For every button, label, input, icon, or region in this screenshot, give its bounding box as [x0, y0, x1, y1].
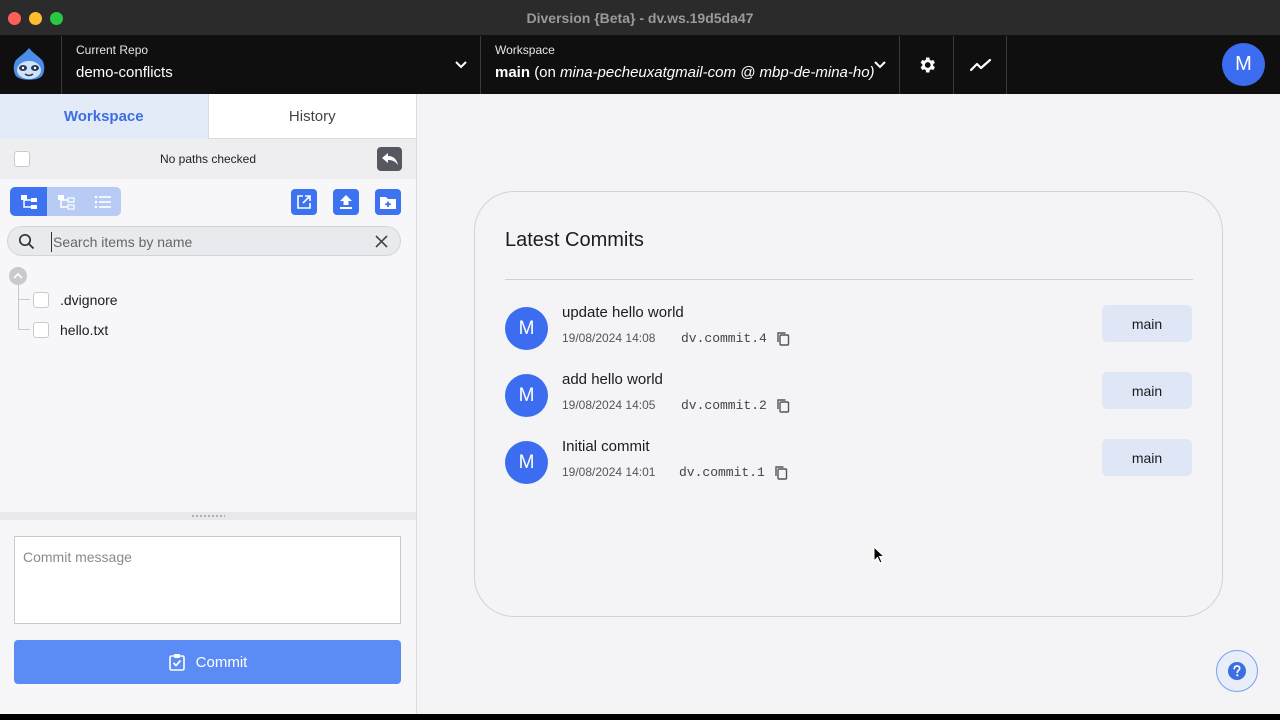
user-avatar[interactable]: M	[1222, 43, 1265, 86]
workspace-branch: main	[495, 64, 531, 81]
card-divider	[505, 279, 1193, 280]
commit-id: dv.commit.2	[681, 398, 767, 413]
branch-badge[interactable]: main	[1102, 305, 1192, 342]
main-content: Latest Commits M update hello world 19/0…	[417, 94, 1280, 714]
tab-workspace[interactable]: Workspace	[0, 94, 208, 139]
commit-message: add hello world	[562, 371, 663, 388]
commit-author-avatar: M	[505, 441, 548, 484]
window-bottom-edge	[0, 714, 1280, 720]
chevron-down-icon[interactable]	[453, 56, 469, 72]
tree-view-button[interactable]	[10, 187, 47, 216]
tree-changes-icon	[57, 194, 75, 210]
paths-status-text: No paths checked	[159, 152, 257, 166]
new-folder-button[interactable]	[375, 189, 401, 215]
clear-search-icon[interactable]	[375, 235, 388, 248]
help-question-icon	[1228, 662, 1246, 680]
commit-date: 19/08/2024 14:08	[562, 331, 656, 345]
workspace-label: Workspace	[495, 43, 555, 57]
commit-author-avatar: M	[505, 374, 548, 417]
tree-connector	[18, 299, 30, 300]
paths-status-row: No paths checked	[0, 139, 416, 179]
repo-label: Current Repo	[76, 43, 149, 57]
commit-row[interactable]: M add hello world 19/08/2024 14:05 dv.co…	[505, 371, 1193, 419]
chevron-up-icon	[13, 272, 23, 279]
add-folder-icon	[380, 196, 396, 209]
window-titlebar: Diversion {Beta} - dv.ws.19d5da47	[0, 0, 1280, 36]
changed-tree-view-button[interactable]	[47, 187, 84, 216]
header-divider	[61, 36, 62, 94]
file-name[interactable]: hello.txt	[60, 322, 108, 338]
view-mode-toggle	[10, 187, 121, 216]
search-bar	[7, 226, 401, 256]
workspace-on: (on	[534, 64, 556, 81]
revert-button[interactable]	[377, 147, 402, 171]
collapse-tree-button[interactable]	[9, 267, 27, 285]
repo-name: demo-conflicts	[76, 64, 173, 81]
analytics-button[interactable]	[954, 36, 1007, 94]
header-divider	[1006, 36, 1007, 94]
open-external-icon	[297, 195, 311, 209]
branch-badge[interactable]: main	[1102, 439, 1192, 476]
commit-button[interactable]: Commit	[14, 640, 401, 684]
commit-button-label: Commit	[195, 653, 248, 671]
commit-message: Initial commit	[562, 438, 650, 455]
commit-date: 19/08/2024 14:01	[562, 465, 656, 479]
commit-message-input[interactable]	[14, 536, 401, 624]
trend-chart-icon	[969, 58, 991, 72]
clipboard-check-icon	[168, 654, 185, 671]
grip-dots-icon	[191, 514, 225, 518]
mouse-cursor-icon	[873, 546, 885, 564]
chevron-down-icon[interactable]	[872, 56, 888, 72]
logo-sloth-icon[interactable]	[10, 46, 48, 84]
help-button[interactable]	[1216, 650, 1258, 692]
list-icon	[94, 195, 111, 208]
search-icon	[18, 233, 35, 250]
copy-icon[interactable]	[774, 465, 788, 480]
undo-arrow-icon	[381, 153, 398, 165]
upload-icon	[340, 195, 352, 209]
panel-resize-handle[interactable]	[0, 512, 416, 520]
workspace-value: main (on mina-pecheuxatgmail-com @ mbp-d…	[495, 64, 875, 81]
tab-history[interactable]: History	[207, 94, 416, 139]
file-checkbox[interactable]	[33, 292, 49, 308]
tree-connector	[18, 329, 30, 330]
window-title: Diversion {Beta} - dv.ws.19d5da47	[526, 10, 754, 26]
copy-icon[interactable]	[776, 331, 790, 346]
commit-row[interactable]: M Initial commit 19/08/2024 14:01 dv.com…	[505, 438, 1193, 486]
commit-row[interactable]: M update hello world 19/08/2024 14:08 dv…	[505, 304, 1193, 352]
tree-connector	[18, 285, 19, 330]
workspace-user-host: mina-pecheuxatgmail-com @ mbp-de-mina-ho…	[560, 64, 875, 81]
left-panel: Workspace History No paths checked Searc…	[0, 94, 417, 714]
commit-message: update hello world	[562, 304, 684, 321]
upload-button[interactable]	[333, 189, 359, 215]
header-divider	[480, 36, 481, 94]
search-input[interactable]	[51, 232, 361, 252]
file-checkbox[interactable]	[33, 322, 49, 338]
open-external-button[interactable]	[291, 189, 317, 215]
commit-id: dv.commit.4	[681, 331, 767, 346]
tree-view-icon	[20, 194, 37, 209]
gear-icon	[920, 57, 935, 73]
latest-commits-card: Latest Commits M update hello world 19/0…	[474, 191, 1223, 617]
commit-date: 19/08/2024 14:05	[562, 398, 656, 412]
copy-icon[interactable]	[776, 398, 790, 413]
app-header: Current Repo demo-conflicts Workspace ma…	[0, 36, 1280, 94]
settings-button[interactable]	[900, 36, 953, 94]
file-name[interactable]: .dvignore	[60, 292, 118, 308]
latest-commits-title: Latest Commits	[505, 229, 644, 251]
branch-badge[interactable]: main	[1102, 372, 1192, 409]
commit-id: dv.commit.1	[679, 465, 765, 480]
list-view-button[interactable]	[84, 187, 121, 216]
commit-author-avatar: M	[505, 307, 548, 350]
panel-tabs: Workspace History	[0, 94, 416, 139]
